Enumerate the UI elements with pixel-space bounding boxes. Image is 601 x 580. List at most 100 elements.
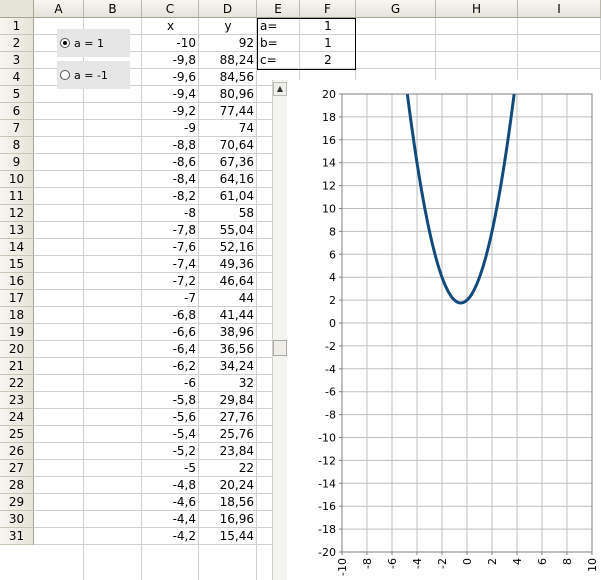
row-header-15[interactable]: 15: [0, 256, 34, 273]
cell-y-value[interactable]: 22: [199, 460, 257, 477]
row-header-6[interactable]: 6: [0, 103, 34, 120]
cell-y-value[interactable]: 88,24: [199, 52, 257, 69]
column-header-f[interactable]: F: [300, 0, 356, 18]
column-header-h[interactable]: H: [436, 0, 518, 18]
row-header-28[interactable]: 28: [0, 477, 34, 494]
row-header-20[interactable]: 20: [0, 341, 34, 358]
cell-x-value[interactable]: -9: [142, 120, 199, 137]
cell-y-value[interactable]: 80,96: [199, 86, 257, 103]
cell-y-value[interactable]: 61,04: [199, 188, 257, 205]
header-cell-y[interactable]: y: [199, 18, 257, 35]
select-all-corner[interactable]: [0, 0, 34, 18]
param-value-a[interactable]: 1: [300, 18, 356, 35]
cell-y-value[interactable]: 23,84: [199, 443, 257, 460]
cell-x-value[interactable]: -4,4: [142, 511, 199, 528]
cell-x-value[interactable]: -5,8: [142, 392, 199, 409]
scroll-thumb[interactable]: [273, 340, 287, 356]
column-header-d[interactable]: D: [199, 0, 257, 18]
column-header-c[interactable]: C: [142, 0, 199, 18]
cell-y-value[interactable]: 46,64: [199, 273, 257, 290]
cell-y-value[interactable]: 16,96: [199, 511, 257, 528]
cell-x-value[interactable]: -6,2: [142, 358, 199, 375]
cell-y-value[interactable]: 52,16: [199, 239, 257, 256]
column-header-i[interactable]: I: [518, 0, 601, 18]
row-header-26[interactable]: 26: [0, 443, 34, 460]
row-header-29[interactable]: 29: [0, 494, 34, 511]
column-header-a[interactable]: A: [34, 0, 84, 18]
cell-x-value[interactable]: -8: [142, 205, 199, 222]
row-header-8[interactable]: 8: [0, 137, 34, 154]
vertical-scrollbar[interactable]: ▲: [272, 80, 287, 580]
param-label-a[interactable]: a=: [257, 18, 300, 35]
row-header-31[interactable]: 31: [0, 528, 34, 545]
row-header-17[interactable]: 17: [0, 290, 34, 307]
row-header-22[interactable]: 22: [0, 375, 34, 392]
row-header-27[interactable]: 27: [0, 460, 34, 477]
param-value-b[interactable]: 1: [300, 35, 356, 52]
cell-y-value[interactable]: 38,96: [199, 324, 257, 341]
row-header-12[interactable]: 12: [0, 205, 34, 222]
cell-x-value[interactable]: -8,6: [142, 154, 199, 171]
cell-x-value[interactable]: -10: [142, 35, 199, 52]
row-header-30[interactable]: 30: [0, 511, 34, 528]
row-header-9[interactable]: 9: [0, 154, 34, 171]
cell-y-value[interactable]: 41,44: [199, 307, 257, 324]
cell-x-value[interactable]: -6: [142, 375, 199, 392]
row-header-1[interactable]: 1: [0, 18, 34, 35]
row-header-13[interactable]: 13: [0, 222, 34, 239]
cell-y-value[interactable]: 77,44: [199, 103, 257, 120]
cell-y-value[interactable]: 34,24: [199, 358, 257, 375]
cell-y-value[interactable]: 74: [199, 120, 257, 137]
cell-y-value[interactable]: 15,44: [199, 528, 257, 545]
row-header-19[interactable]: 19: [0, 324, 34, 341]
row-header-2[interactable]: 2: [0, 35, 34, 52]
cell-x-value[interactable]: -6,8: [142, 307, 199, 324]
cell-x-value[interactable]: -7,6: [142, 239, 199, 256]
header-cell-x[interactable]: x: [142, 18, 199, 35]
cell-x-value[interactable]: -7,4: [142, 256, 199, 273]
radio-option-a-1[interactable]: a = 1: [57, 29, 130, 57]
cell-y-value[interactable]: 70,64: [199, 137, 257, 154]
cell-x-value[interactable]: -9,4: [142, 86, 199, 103]
row-header-14[interactable]: 14: [0, 239, 34, 256]
cell-y-value[interactable]: 27,76: [199, 409, 257, 426]
cell-y-value[interactable]: 92: [199, 35, 257, 52]
row-header-10[interactable]: 10: [0, 171, 34, 188]
cell-y-value[interactable]: 55,04: [199, 222, 257, 239]
row-header-21[interactable]: 21: [0, 358, 34, 375]
cell-x-value[interactable]: -6,4: [142, 341, 199, 358]
radio-option-a-minus-1[interactable]: a = -1: [57, 61, 130, 89]
cell-x-value[interactable]: -8,4: [142, 171, 199, 188]
param-label-b[interactable]: b=: [257, 35, 300, 52]
cell-x-value[interactable]: -4,8: [142, 477, 199, 494]
cell-y-value[interactable]: 44: [199, 290, 257, 307]
cell-x-value[interactable]: -8,2: [142, 188, 199, 205]
cell-x-value[interactable]: -9,2: [142, 103, 199, 120]
cell-x-value[interactable]: -5: [142, 460, 199, 477]
cell-x-value[interactable]: -5,6: [142, 409, 199, 426]
column-header-g[interactable]: G: [356, 0, 436, 18]
row-header-4[interactable]: 4: [0, 69, 34, 86]
row-header-16[interactable]: 16: [0, 273, 34, 290]
cell-x-value[interactable]: -8,8: [142, 137, 199, 154]
row-header-25[interactable]: 25: [0, 426, 34, 443]
cell-x-value[interactable]: -9,8: [142, 52, 199, 69]
cell-y-value[interactable]: 18,56: [199, 494, 257, 511]
cell-x-value[interactable]: -4,6: [142, 494, 199, 511]
cell-x-value[interactable]: -7,2: [142, 273, 199, 290]
cell-y-value[interactable]: 20,24: [199, 477, 257, 494]
cell-x-value[interactable]: -9,6: [142, 69, 199, 86]
cell-x-value[interactable]: -6,6: [142, 324, 199, 341]
cell-x-value[interactable]: -7,8: [142, 222, 199, 239]
cell-x-value[interactable]: -5,4: [142, 426, 199, 443]
cell-y-value[interactable]: 36,56: [199, 341, 257, 358]
cell-x-value[interactable]: -4,2: [142, 528, 199, 545]
cell-y-value[interactable]: 49,36: [199, 256, 257, 273]
param-value-c[interactable]: 2: [300, 52, 356, 69]
row-header-7[interactable]: 7: [0, 120, 34, 137]
cell-x-value[interactable]: -7: [142, 290, 199, 307]
param-label-c[interactable]: c=: [257, 52, 300, 69]
row-header-24[interactable]: 24: [0, 409, 34, 426]
cell-y-value[interactable]: 32: [199, 375, 257, 392]
row-header-18[interactable]: 18: [0, 307, 34, 324]
